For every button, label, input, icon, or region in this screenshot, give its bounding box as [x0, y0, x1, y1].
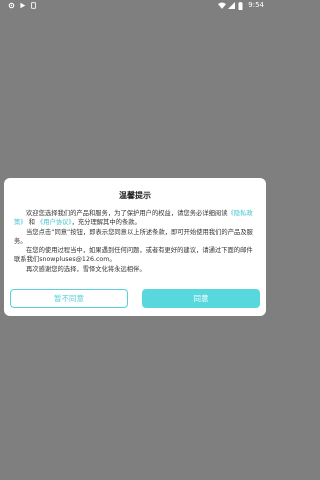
accept-button[interactable]: 同意: [142, 289, 260, 308]
signal-icon: [228, 1, 236, 9]
rotation-icon: [30, 2, 37, 9]
status-time: 9:54: [248, 1, 264, 9]
status-bar: 9:54: [0, 0, 270, 12]
paragraph-1-prefix: 欢迎您选择我们的产品和服务，为了保护用户的权益，请您务必详细阅读: [26, 210, 228, 217]
dialog-title: 温馨提示: [119, 191, 151, 200]
user-agreement-link[interactable]: 《用户协议》: [37, 219, 72, 226]
paragraph-1-suffix: ，充分理解其中的条款。: [71, 219, 141, 227]
dialog-paragraph-2: 当您点击“同意”按钮，即表示您同意以上所述条款，即可开始使用我们的产品及服务。: [14, 228, 253, 245]
dialog-content: 欢迎您选择我们的产品和服务，为了保护用户的权益，请您务必详细阅读《隐私政策》 和…: [14, 209, 258, 274]
dialog-paragraph-1: 欢迎您选择我们的产品和服务，为了保护用户的权益，请您务必详细阅读《隐私政策》 和…: [14, 209, 258, 228]
play-icon: [19, 2, 26, 9]
status-left-icons: [8, 2, 37, 9]
wifi-icon: [218, 2, 227, 9]
gear-icon: [8, 2, 15, 9]
dialog-paragraph-3: 在您的使用过程当中，如果遇到任何问题，或者有更好的建议，请通过下面的邮件联系我们…: [14, 247, 253, 264]
battery-icon: [238, 1, 245, 10]
status-right-icons: 9:54: [218, 1, 264, 10]
privacy-dialog: 温馨提示 欢迎您选择我们的产品和服务，为了保护用户的权益，请您务必详细阅读《隐私…: [4, 178, 266, 316]
app-screen: 9:54 温馨提示 欢迎您选择我们的产品和服务，为了保护用户的权益，请您务必详细…: [0, 0, 270, 480]
decline-button[interactable]: 暂不同意: [10, 289, 128, 308]
and-text: 和: [28, 219, 35, 227]
dialog-paragraph-4: 再次感谢您的选择，雪怿文化将永远相伴。: [26, 265, 146, 273]
